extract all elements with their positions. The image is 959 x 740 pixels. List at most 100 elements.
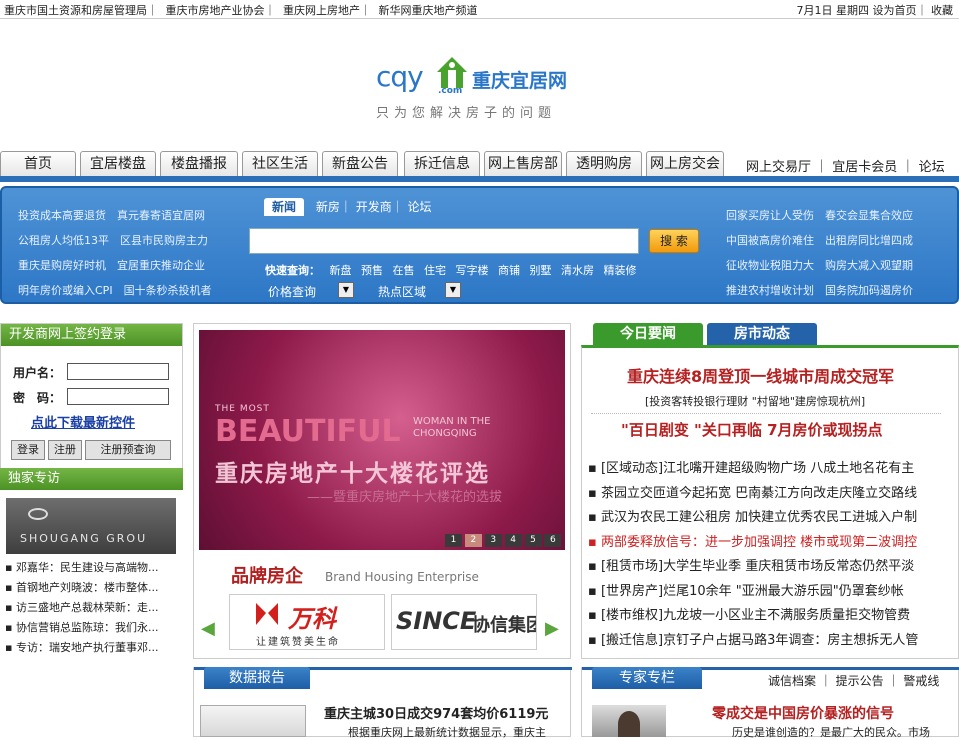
list-item[interactable]: ▪ 协信营销总监陈琼：我们永... <box>5 618 177 638</box>
quick-search-item[interactable]: 清水房 <box>561 264 594 277</box>
vanke-logo[interactable]: 万科 让建筑赞美生命 <box>229 594 385 650</box>
list-item[interactable]: ▪ 茶园立交匝道今起拓宽 巴南綦江方向改走庆隆立交路线 <box>588 482 956 507</box>
quick-news-link[interactable]: 明年房价或编入CPI <box>18 284 113 297</box>
nav-tab-new-listings[interactable]: 新盘公告 <box>322 151 398 177</box>
link-online-real-estate[interactable]: 重庆网上房地产 <box>283 4 360 17</box>
price-dropdown-icon[interactable]: ▼ <box>338 282 354 298</box>
quick-news-link[interactable]: 投资成本高要退货 <box>18 209 106 222</box>
quick-search-item[interactable]: 预售 <box>361 264 383 277</box>
list-item[interactable]: ▪ 武汉为农民工建公租房 加快建立优秀农民工进城入户制 <box>588 506 956 531</box>
search-tab-news[interactable]: 新闻 <box>264 198 305 216</box>
pager-button[interactable]: 1 <box>445 534 462 547</box>
quick-search-item[interactable]: 商铺 <box>498 264 520 277</box>
list-item[interactable]: ▪ 邓嘉华：民生建设与高端物... <box>5 558 177 578</box>
quick-news-link[interactable]: 中国被高房价难住 <box>726 234 814 247</box>
list-item[interactable]: ▪ [租赁市场]大学生毕业季 重庆租赁市场反常态仍然平淡 <box>588 555 956 580</box>
add-favorite-link[interactable]: 收藏 <box>931 4 953 17</box>
search-tab-forum[interactable]: 论坛 <box>408 200 432 214</box>
link-real-estate-association[interactable]: 重庆市房地产业协会 <box>166 4 265 17</box>
quick-news-link[interactable]: 推进农村增收计划 <box>726 284 814 297</box>
quick-news-link[interactable]: 购房大减入观望期 <box>825 259 913 272</box>
quick-search-item[interactable]: 别墅 <box>530 264 552 277</box>
download-control-link[interactable]: 点此下载最新控件 <box>31 412 135 431</box>
list-item[interactable]: ▪ 两部委释放信号：进一步加强调控 楼市或现第二波调控 <box>588 531 956 556</box>
headline-sub[interactable]: [投资客转投银行理财 "村留地"建房惊现杭州] <box>645 393 865 409</box>
quick-news-link[interactable]: 春交会显集合效应 <box>825 209 913 222</box>
list-item[interactable]: ▪ 访三盛地产总裁林荣新：走... <box>5 598 177 618</box>
username-input[interactable] <box>67 363 169 380</box>
link-credit-archive[interactable]: 诚信档案 <box>768 674 816 688</box>
brand-enterprise-section: 品牌房企 Brand Housing Enterprise ◀ 万科 让建筑赞美… <box>199 556 565 656</box>
data-report-title[interactable]: 数据报告 <box>204 667 310 689</box>
search-button[interactable]: 搜 索 <box>649 229 699 253</box>
expert-links: 诚信档案 ｜ 提示公告 ｜ 警戒线 <box>768 674 940 688</box>
quick-news-link[interactable]: 国十条秒杀投机者 <box>124 284 212 297</box>
headline-main[interactable]: 重庆连续8周登顶一线城市周成交冠军 <box>627 363 894 387</box>
list-item[interactable]: ▪ [搬迁信息]京钉子户占据马路3年调查：房主想拆无人管 <box>588 629 956 654</box>
nav-tab-online-sales[interactable]: 网上售房部 <box>484 151 562 177</box>
quick-search-item[interactable]: 住宅 <box>424 264 446 277</box>
nav-tab-home[interactable]: 首页 <box>0 151 76 177</box>
area-dropdown-icon[interactable]: ▼ <box>445 282 461 298</box>
news-panel: 今日要闻 房市动态 重庆连续8周登顶一线城市周成交冠军 [投资客转投银行理财 "… <box>581 323 959 659</box>
quick-news-link[interactable]: 公租房人均低13平 <box>18 234 109 247</box>
password-input[interactable] <box>67 388 169 405</box>
quick-news-link[interactable]: 征收物业税阻力大 <box>726 259 814 272</box>
link-card-member[interactable]: 宜居卡会员 <box>832 160 897 175</box>
quick-news-link[interactable]: 回家买房让人受伤 <box>726 209 814 222</box>
quick-news-link[interactable]: 宜居重庆推动企业 <box>117 259 205 272</box>
brand-next-icon[interactable]: ▶ <box>545 618 559 639</box>
headline-second[interactable]: "百日剧变 "关口再临 7月房价或现拐点 <box>621 419 883 440</box>
list-item[interactable]: ▪ 首钢地产刘晓波：楼市整体... <box>5 578 177 598</box>
link-forum[interactable]: 论坛 <box>919 160 945 175</box>
nav-tab-yiju-projects[interactable]: 宜居楼盘 <box>80 151 156 177</box>
expert-photo[interactable] <box>592 705 666 737</box>
link-trading-hall[interactable]: 网上交易厅 <box>746 160 811 175</box>
beauty-contest-banner[interactable]: THE MOST BEAUTIFUL WOMAN IN THE CHONGQIN… <box>199 330 565 550</box>
search-input[interactable] <box>249 228 639 254</box>
register-button[interactable]: 注册 <box>48 440 82 460</box>
pager-button-active[interactable]: 2 <box>464 534 482 547</box>
pager-button[interactable]: 5 <box>524 534 542 547</box>
quick-news-link[interactable]: 真元春寄语宜居网 <box>117 209 205 222</box>
quick-news-link[interactable]: 区县市民购房主力 <box>120 234 208 247</box>
report-thumbnail[interactable] <box>200 705 306 737</box>
tab-today-news[interactable]: 今日要闻 <box>593 323 703 345</box>
quick-news-link[interactable]: 国务院加码遏房价 <box>825 284 913 297</box>
login-button[interactable]: 登录 <box>11 440 45 460</box>
nav-tab-community[interactable]: 社区生活 <box>242 151 318 177</box>
expert-column-title[interactable]: 专家专栏 <box>592 667 702 689</box>
report-headline[interactable]: 重庆主城30日成交974套均价6119元 <box>324 703 548 722</box>
since-logo[interactable]: SINCE 协信集团 <box>391 594 537 650</box>
list-item[interactable]: ▪ [世界房产]烂尾10余年 "亚洲最大游乐园"仍罩套纱帐 <box>588 580 956 605</box>
quick-search-item[interactable]: 在售 <box>393 264 415 277</box>
brand-prev-icon[interactable]: ◀ <box>201 618 215 639</box>
quick-search-item[interactable]: 精装修 <box>604 264 637 277</box>
list-item[interactable]: ▪ [楼市维权]九龙坡一小区业主不满服务质量拒交物管费 <box>588 604 956 629</box>
nav-tab-online-fair[interactable]: 网上房交会 <box>646 151 724 177</box>
list-item[interactable]: ▪ [区域动态]江北嘴开建超级购物广场 八成土地名花有主 <box>588 457 956 482</box>
search-tab-newhouse[interactable]: 新房 <box>316 200 340 214</box>
tab-market-news[interactable]: 房市动态 <box>707 323 817 345</box>
link-notices[interactable]: 提示公告 <box>836 674 884 688</box>
shougang-photo[interactable]: SHOUGANG GROU <box>6 498 176 554</box>
pager-button[interactable]: 4 <box>504 534 522 547</box>
site-logo[interactable]: cqy .com 重庆宜居网 只为您解决房子的问题 <box>374 52 586 122</box>
quick-search-item[interactable]: 写字楼 <box>456 264 489 277</box>
register-precheck-button[interactable]: 注册预查询 <box>85 440 171 460</box>
expert-headline[interactable]: 零成交是中国房价暴涨的信号 <box>712 703 894 723</box>
set-homepage-link[interactable]: 设为首页 <box>873 4 917 17</box>
quick-news-link[interactable]: 重庆是购房好时机 <box>18 259 106 272</box>
quick-news-link[interactable]: 出租房同比增四成 <box>825 234 913 247</box>
pager-button[interactable]: 6 <box>544 534 562 547</box>
quick-search-item[interactable]: 新盘 <box>330 264 352 277</box>
list-item[interactable]: ▪ 专访：瑞安地产执行董事邓... <box>5 638 177 658</box>
nav-tab-demolition[interactable]: 拆迁信息 <box>404 151 480 177</box>
link-land-bureau[interactable]: 重庆市国土资源和房屋管理局 <box>4 4 147 17</box>
nav-tab-transparent[interactable]: 透明购房 <box>566 151 642 177</box>
search-tab-developer[interactable]: 开发商 <box>356 200 392 214</box>
link-xinhua-channel[interactable]: 新华网重庆地产频道 <box>379 4 478 17</box>
pager-button[interactable]: 3 <box>484 534 502 547</box>
nav-tab-project-broadcast[interactable]: 楼盘播报 <box>160 151 238 177</box>
link-warning-line[interactable]: 警戒线 <box>903 674 939 688</box>
